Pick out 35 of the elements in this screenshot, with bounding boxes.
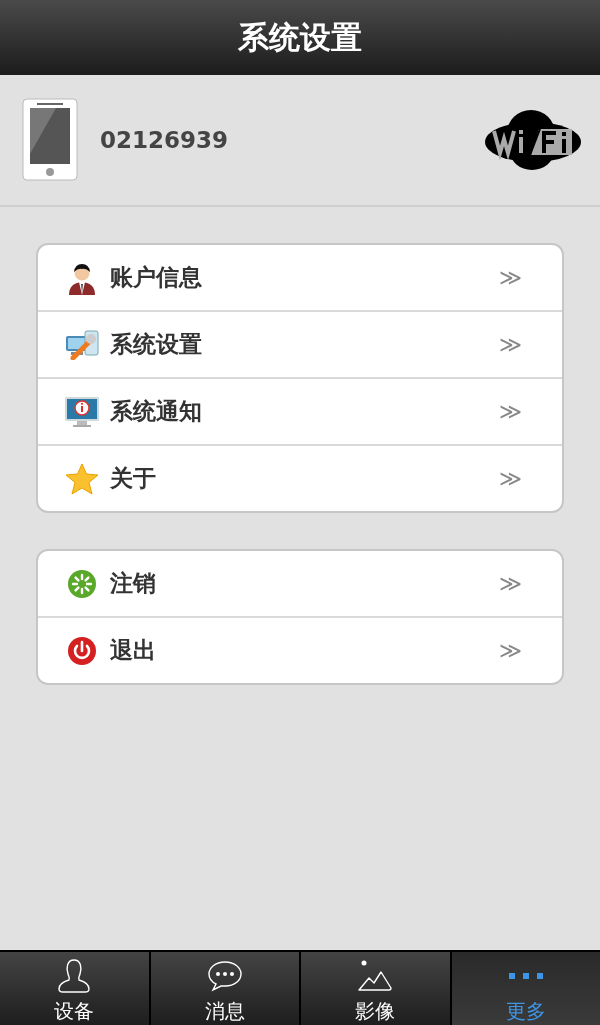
person-icon	[57, 958, 92, 994]
menu-item[interactable]: 账户信息 ≫	[38, 245, 562, 310]
monitor-info-icon	[64, 395, 100, 428]
chevron-icon: ≫	[498, 265, 522, 290]
menu-item[interactable]: 系统通知 ≫	[38, 377, 562, 444]
menu-item[interactable]: 关于 ≫	[38, 444, 562, 511]
tab[interactable]: 更多	[451, 952, 600, 1025]
menu-label: 账户信息	[110, 263, 203, 292]
screen-title: 系统设置	[238, 17, 362, 57]
menu-label: 注销	[110, 569, 157, 598]
chevron-icon: ≫	[498, 571, 522, 596]
tab[interactable]: 设备	[0, 952, 149, 1025]
chevron-icon: ≫	[498, 638, 522, 663]
more-icon	[508, 972, 543, 980]
tab[interactable]: 消息	[150, 952, 299, 1025]
menu-label: 退出	[110, 636, 157, 665]
mountain-icon	[357, 960, 394, 992]
menu-item[interactable]: 系统设置 ≫	[38, 310, 562, 377]
menu-label: 系统通知	[110, 397, 203, 426]
wifi-logo-icon	[484, 109, 582, 171]
computer-wrench-icon	[65, 329, 99, 360]
menu-item[interactable]: 退出 ≫	[38, 616, 562, 683]
power-icon	[67, 635, 97, 666]
spinner-icon	[67, 568, 97, 599]
tab[interactable]: 影像	[301, 952, 450, 1025]
menu-item[interactable]: 注销 ≫	[38, 551, 562, 616]
phone-icon	[22, 98, 78, 182]
device-id: 02126939	[100, 127, 230, 153]
chat-bubble-icon	[206, 960, 243, 992]
chevron-icon: ≫	[498, 466, 522, 491]
menu-label: 关于	[110, 464, 157, 493]
star-icon	[65, 462, 99, 495]
chevron-icon: ≫	[498, 332, 522, 357]
menu-label: 系统设置	[110, 330, 203, 359]
chevron-icon: ≫	[498, 399, 522, 424]
